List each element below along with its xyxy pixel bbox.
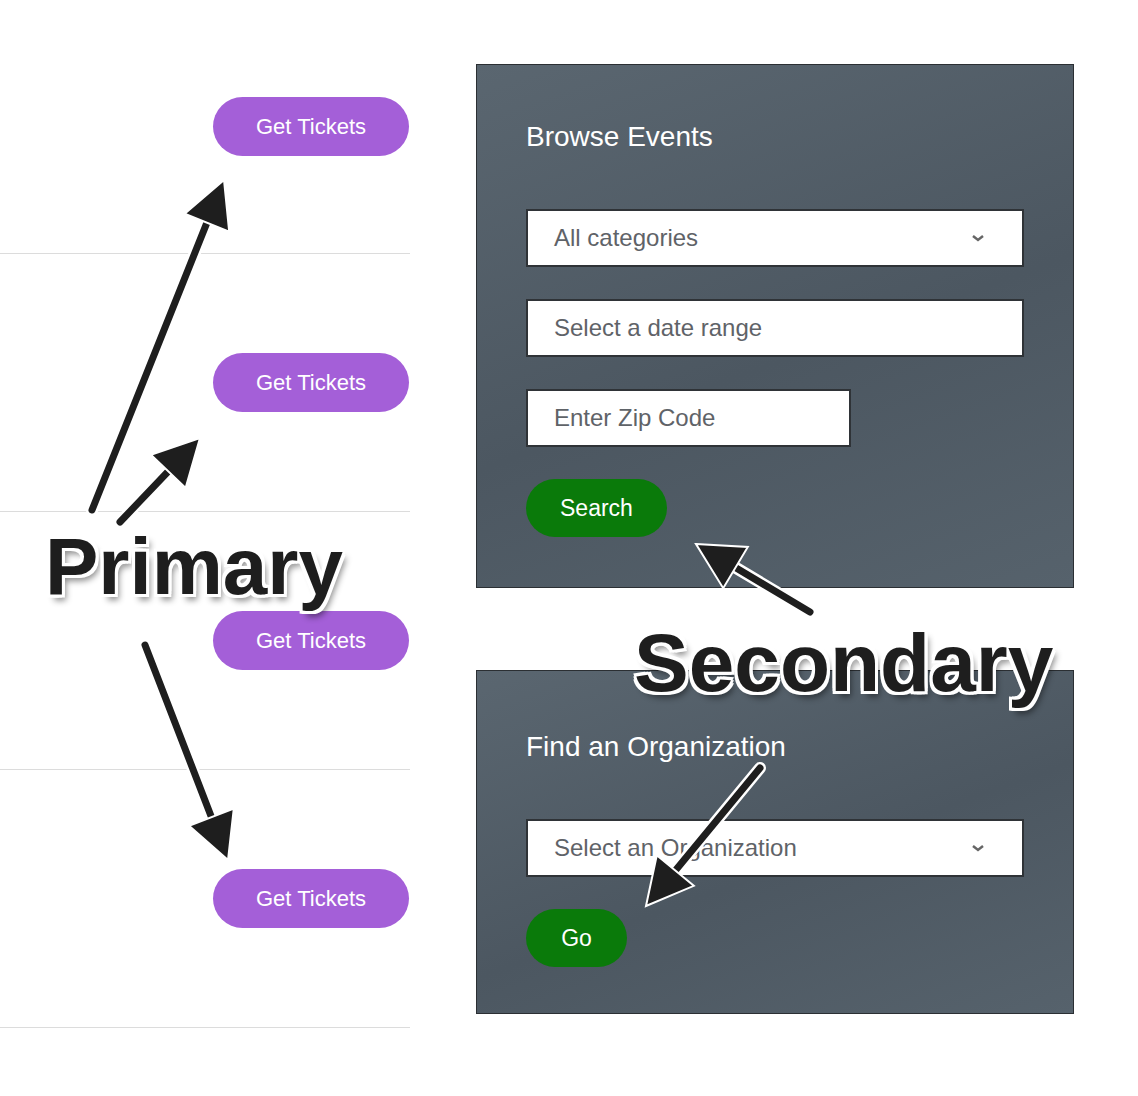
- event-row: Get Tickets: [0, 254, 410, 512]
- field-placeholder: Enter Zip Code: [554, 404, 715, 432]
- get-tickets-button[interactable]: Get Tickets: [213, 353, 409, 412]
- panel-submit-button[interactable]: Go: [526, 909, 627, 967]
- annotation-label: Secondary: [634, 618, 1053, 708]
- get-tickets-button[interactable]: Get Tickets: [213, 97, 409, 156]
- annotation-label: Primary: [45, 522, 343, 612]
- panel-fields: Select an Organization: [526, 819, 1024, 877]
- event-row: Get Tickets: [0, 0, 410, 254]
- panel-title: Browse Events: [526, 117, 713, 157]
- arrow-icon: [92, 180, 229, 510]
- get-tickets-button[interactable]: Get Tickets: [213, 869, 409, 928]
- field-placeholder: Select an Organization: [554, 834, 797, 862]
- event-row: Get Tickets: [0, 770, 410, 1028]
- panel-fields: All categories Select a date range Enter Z…: [526, 209, 1024, 447]
- text-field[interactable]: Select a date range: [526, 299, 1024, 357]
- search-panel: Find an Organization Select an Organizati…: [476, 670, 1074, 1014]
- get-tickets-button[interactable]: Get Tickets: [213, 611, 409, 670]
- chevron-down-icon: [970, 843, 986, 853]
- panel-submit-button[interactable]: Search: [526, 479, 667, 537]
- text-field[interactable]: Enter Zip Code: [526, 389, 851, 447]
- field-placeholder: All categories: [554, 224, 698, 252]
- arrow-icon: [120, 438, 200, 522]
- arrow-icon: [646, 768, 760, 906]
- panel-title: Find an Organization: [526, 727, 786, 767]
- annotated-page: Get Tickets Get Tickets Get Tickets Get Tic…: [0, 0, 1138, 1096]
- field-placeholder: Select a date range: [554, 314, 762, 342]
- chevron-down-icon: [970, 233, 986, 243]
- select-field[interactable]: All categories: [526, 209, 1024, 267]
- search-panel: Browse Events All categories Select a date…: [476, 64, 1074, 588]
- arrow-icon: [145, 645, 234, 860]
- select-field[interactable]: Select an Organization: [526, 819, 1024, 877]
- side-panels: Browse Events All categories Select a date…: [476, 0, 1074, 1096]
- arrow-icon: [696, 544, 810, 612]
